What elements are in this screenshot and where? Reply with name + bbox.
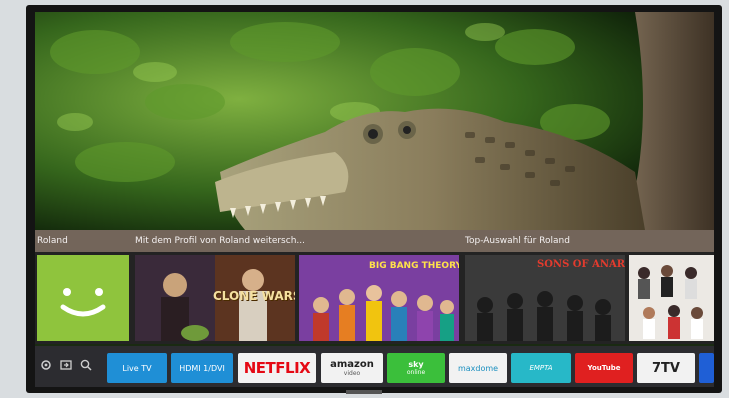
live-tv-label: Live TV: [122, 363, 152, 373]
hdmi-button[interactable]: HDMI 1/DVI: [171, 353, 233, 383]
continue-watching-label: Mit dem Profil von Roland weitersch...: [135, 236, 305, 246]
section-header-bar: Roland Mit dem Profil von Roland weiters…: [35, 230, 714, 252]
next-app-partial[interactable]: [699, 353, 714, 383]
netflix-app-button[interactable]: NETFLIX: [238, 353, 316, 383]
clone-wars-tile[interactable]: CLONE WARS: [135, 255, 295, 341]
empta-logo-text: EMPTA: [529, 364, 553, 372]
amazon-video-app-button[interactable]: amazon video: [321, 353, 383, 383]
clone-wars-title: CLONE WARS: [213, 289, 295, 303]
drama-series-tile[interactable]: [629, 255, 714, 341]
empta-app-button[interactable]: EMPTA: [511, 353, 571, 383]
hero-image: [35, 12, 714, 230]
sky-sub-label: online: [406, 369, 426, 376]
netflix-logo-text: NETFLIX: [243, 359, 311, 377]
tv-screen: Roland Mit dem Profil von Roland weiters…: [35, 12, 714, 387]
youtube-app-button[interactable]: YouTube: [575, 353, 633, 383]
hdmi-label: HDMI 1/DVI: [179, 363, 225, 373]
content-row: CLONE WARS BIG BANG THEORY SONS OF ANAR: [35, 252, 714, 344]
settings-icon[interactable]: [39, 358, 53, 372]
sky-logo-text: sky: [408, 360, 424, 369]
sons-of-anarchy-title: SONS OF ANARCHY: [537, 259, 625, 270]
big-bang-theory-title: BIG BANG THEORY: [369, 261, 459, 271]
maxdome-logo-text: maxdome: [457, 363, 499, 373]
big-bang-theory-tile[interactable]: BIG BANG THEORY: [299, 255, 459, 341]
live-tv-button[interactable]: Live TV: [107, 353, 167, 383]
youtube-logo-text: YouTube: [587, 364, 621, 372]
user-profile-label: Roland: [37, 236, 68, 246]
sky-online-app-button[interactable]: sky online: [387, 353, 445, 383]
7tv-logo-text: 7TV: [652, 360, 680, 376]
smile-icon: [60, 288, 106, 317]
7tv-app-button[interactable]: 7TV: [637, 353, 695, 383]
amazon-sub-label: video: [343, 370, 361, 377]
top-picks-label: Top-Auswahl für Roland: [465, 236, 570, 246]
search-icon[interactable]: [79, 358, 93, 372]
user-profile-tile[interactable]: [37, 255, 129, 341]
sons-of-anarchy-tile[interactable]: SONS OF ANARCHY: [465, 255, 625, 341]
source-icon[interactable]: [59, 358, 73, 372]
app-dock: Live TV HDMI 1/DVI NETFLIX amazon video …: [35, 346, 714, 387]
tv-brand-logo: [346, 390, 382, 394]
amazon-logo-text: amazon: [330, 359, 374, 370]
maxdome-app-button[interactable]: maxdome: [449, 353, 507, 383]
